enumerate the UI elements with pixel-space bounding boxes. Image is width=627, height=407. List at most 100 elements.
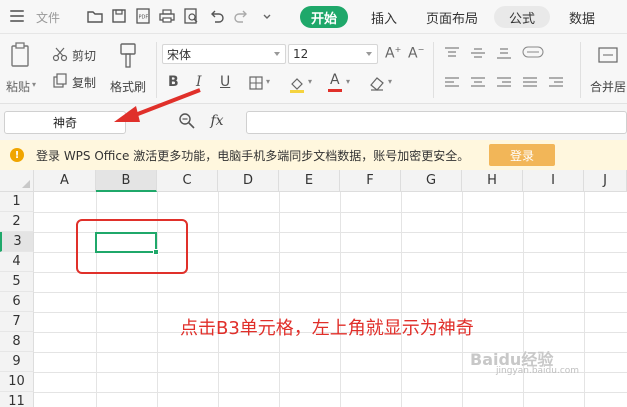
copy-button[interactable]: 复制 bbox=[72, 74, 96, 91]
row-header[interactable]: 5 bbox=[0, 272, 34, 292]
column-header[interactable]: B bbox=[96, 170, 157, 192]
font-color-swatch bbox=[328, 89, 342, 92]
align-bottom-icon[interactable] bbox=[496, 46, 512, 63]
tab-formula[interactable]: 公式 bbox=[509, 8, 535, 27]
select-all-corner[interactable] bbox=[0, 170, 34, 192]
row-header[interactable]: 9 bbox=[0, 352, 34, 372]
indent-icon[interactable] bbox=[548, 76, 564, 93]
formula-input[interactable] bbox=[246, 111, 627, 134]
tab-page-layout[interactable]: 页面布局 bbox=[426, 8, 478, 27]
login-notice-bar: ! 登录 WPS Office 激活更多功能，电脑手机多端同步文档数据，账号加密… bbox=[0, 140, 627, 170]
increase-font-size-icon[interactable]: A+ bbox=[385, 45, 401, 62]
borders-icon[interactable] bbox=[248, 75, 264, 94]
menu-bar: 文件 PDF 开始 插入 页面布局 公式 数据 bbox=[0, 0, 627, 34]
copy-icon[interactable] bbox=[52, 73, 68, 92]
row-header[interactable]: 3 bbox=[0, 232, 34, 252]
borders-chevron-icon[interactable]: ▾ bbox=[266, 77, 270, 86]
row-header[interactable]: 2 bbox=[0, 212, 34, 232]
fill-chevron-icon[interactable]: ▾ bbox=[308, 77, 312, 86]
formula-bar: 神奇 bbox=[0, 104, 627, 140]
name-box[interactable]: 神奇 bbox=[4, 111, 126, 134]
column-header[interactable]: C bbox=[157, 170, 218, 192]
annotation-arrow-icon bbox=[114, 88, 201, 122]
tab-insert[interactable]: 插入 bbox=[371, 8, 397, 27]
grid-line bbox=[34, 212, 627, 213]
align-left-icon[interactable] bbox=[444, 76, 460, 93]
format-painter-icon[interactable] bbox=[117, 42, 139, 73]
paste-label[interactable]: 粘贴 bbox=[6, 78, 30, 95]
warning-icon: ! bbox=[10, 148, 24, 162]
font-size-value: 12 bbox=[293, 47, 309, 61]
align-middle-icon[interactable] bbox=[470, 46, 486, 63]
underline-icon[interactable]: U bbox=[220, 74, 230, 90]
tab-home[interactable]: 开始 bbox=[300, 6, 348, 28]
clear-chevron-icon[interactable]: ▾ bbox=[388, 77, 392, 86]
svg-text:PDF: PDF bbox=[139, 15, 149, 21]
font-size-select[interactable]: 12 bbox=[288, 44, 378, 64]
column-header[interactable]: H bbox=[462, 170, 523, 192]
font-name-value: 宋体 bbox=[167, 47, 192, 62]
column-header[interactable]: D bbox=[218, 170, 279, 192]
annotation-text: 点击B3单元格，左上角就显示为神奇 bbox=[180, 318, 474, 339]
grid-line bbox=[584, 192, 585, 407]
cut-button[interactable]: 剪切 bbox=[72, 47, 96, 64]
spreadsheet-grid[interactable]: A B C D E F G H I J 1 2 3 4 5 6 7 8 9 10… bbox=[0, 170, 627, 407]
column-header[interactable]: A bbox=[34, 170, 96, 192]
annotation-highlight-box bbox=[76, 219, 188, 274]
paste-icon[interactable] bbox=[10, 42, 32, 71]
ribbon-divider bbox=[580, 42, 581, 98]
grid-line bbox=[218, 192, 219, 407]
merge-center-label[interactable]: 合并居 bbox=[590, 78, 626, 95]
row-header[interactable]: 6 bbox=[0, 292, 34, 312]
redo-icon[interactable] bbox=[232, 7, 250, 25]
font-color-chevron-icon[interactable]: ▾ bbox=[346, 77, 350, 86]
merge-center-icon[interactable] bbox=[598, 46, 618, 67]
open-folder-icon[interactable] bbox=[86, 7, 104, 25]
paste-chevron-icon[interactable]: ▾ bbox=[32, 80, 36, 89]
fill-color-icon[interactable] bbox=[288, 75, 306, 96]
column-header[interactable]: F bbox=[340, 170, 401, 192]
font-color-icon[interactable]: A bbox=[330, 72, 340, 88]
scissors-icon[interactable] bbox=[52, 46, 68, 65]
row-header[interactable]: 8 bbox=[0, 332, 34, 352]
tab-data[interactable]: 数据 bbox=[569, 8, 595, 27]
row-header[interactable]: 10 bbox=[0, 372, 34, 392]
clear-format-icon[interactable] bbox=[368, 74, 386, 95]
row-header[interactable]: 11 bbox=[0, 392, 34, 407]
print-icon[interactable] bbox=[158, 7, 176, 25]
grid-line bbox=[279, 192, 280, 407]
watermark-url: jingyan.baidu.com bbox=[496, 366, 580, 376]
function-fx-icon[interactable]: fx bbox=[206, 110, 228, 132]
print-preview-icon[interactable] bbox=[182, 7, 200, 25]
font-name-select[interactable]: 宋体 bbox=[162, 44, 286, 64]
grid-line bbox=[401, 192, 402, 407]
hamburger-menu-icon[interactable] bbox=[10, 10, 24, 22]
grid-line bbox=[34, 312, 627, 313]
notice-text: 登录 WPS Office 激活更多功能，电脑手机多端同步文档数据，账号加密更安… bbox=[36, 149, 470, 163]
ribbon-divider bbox=[433, 42, 434, 98]
row-header[interactable]: 4 bbox=[0, 252, 34, 272]
name-box-value: 神奇 bbox=[52, 116, 77, 130]
row-header[interactable]: 7 bbox=[0, 312, 34, 332]
undo-icon[interactable] bbox=[208, 7, 226, 25]
align-center-icon[interactable] bbox=[470, 76, 486, 93]
justify-icon[interactable] bbox=[522, 76, 538, 93]
align-right-icon[interactable] bbox=[496, 76, 512, 93]
column-header[interactable]: G bbox=[401, 170, 462, 192]
row-header[interactable]: 1 bbox=[0, 192, 34, 212]
column-header[interactable]: E bbox=[279, 170, 340, 192]
grid-line bbox=[34, 392, 627, 393]
export-pdf-icon[interactable]: PDF bbox=[134, 7, 152, 25]
align-top-icon[interactable] bbox=[444, 46, 460, 63]
text-direction-icon[interactable] bbox=[522, 44, 546, 63]
login-button[interactable]: 登录 bbox=[489, 144, 555, 166]
file-menu[interactable]: 文件 bbox=[36, 9, 60, 26]
column-header[interactable]: J bbox=[584, 170, 627, 192]
chevron-down-icon[interactable] bbox=[258, 7, 276, 25]
ribbon: 粘贴 ▾ 剪切 复制 格式刷 宋体 12 A+ A− B I U ▾ ▾ A ▾… bbox=[0, 34, 627, 104]
grid-line bbox=[462, 192, 463, 407]
decrease-font-size-icon[interactable]: A− bbox=[408, 45, 424, 62]
save-icon[interactable] bbox=[110, 7, 128, 25]
column-header[interactable]: I bbox=[523, 170, 584, 192]
grid-line bbox=[34, 292, 627, 293]
